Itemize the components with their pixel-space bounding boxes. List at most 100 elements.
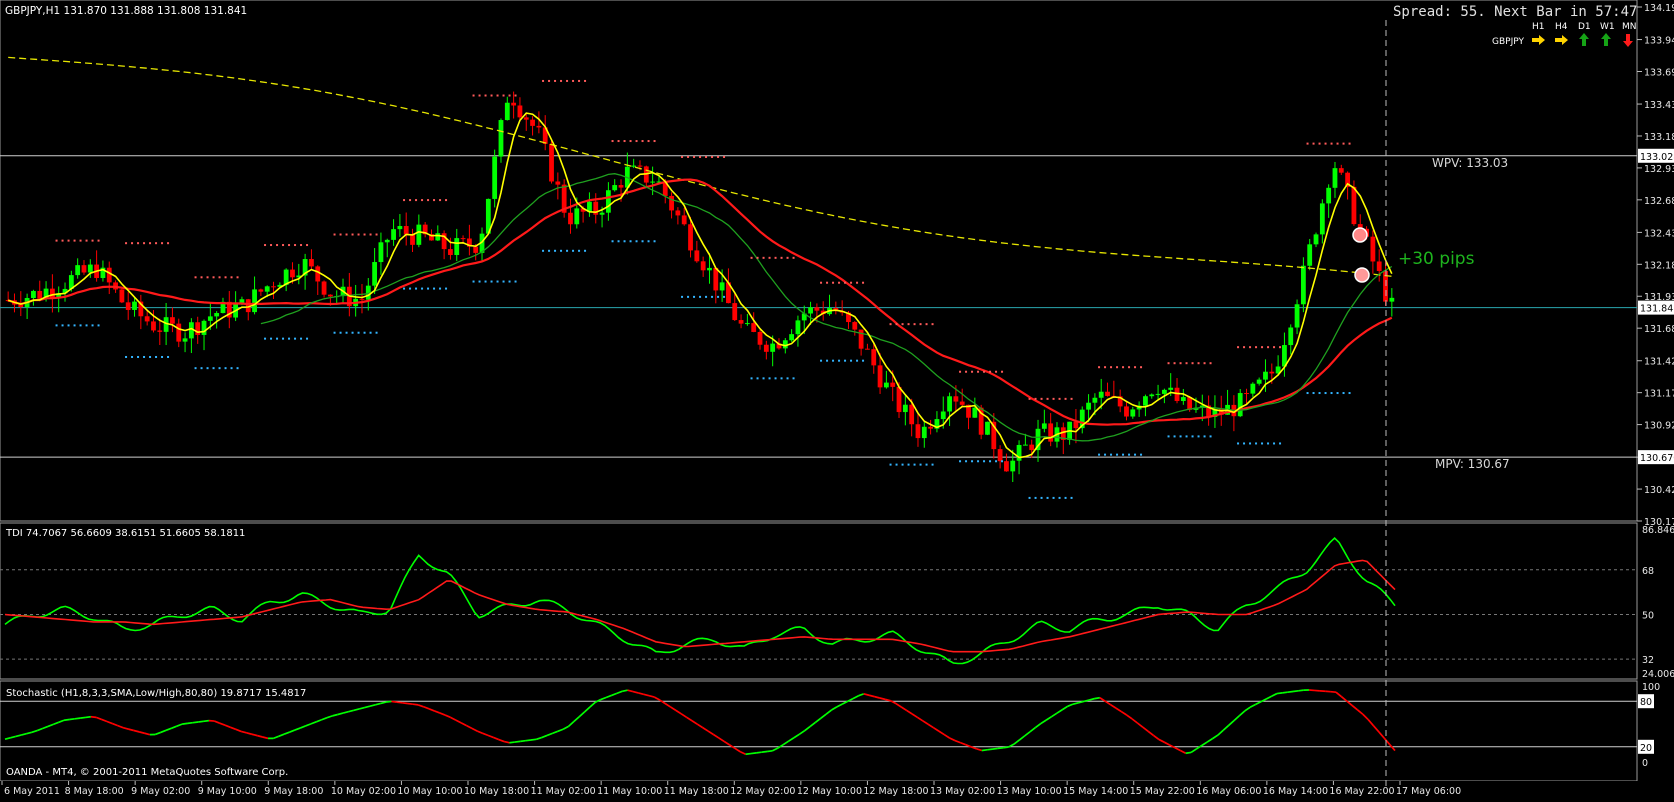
candle-body: [1162, 390, 1167, 394]
candle-body: [473, 247, 478, 253]
candle-body: [379, 242, 384, 262]
candle-body: [1244, 393, 1249, 394]
signal-marker: [1355, 268, 1369, 282]
candle-body: [903, 405, 908, 412]
fractal-dot-blue: [965, 460, 967, 462]
candle-body: [1326, 188, 1331, 204]
stoch-segment: [408, 704, 413, 705]
mt4-chart-window: 134.195133.940133.690133.435133.185132.9…: [0, 0, 1674, 798]
fractal-dot-blue: [358, 332, 360, 334]
stoch-segment: [531, 739, 536, 740]
fractal-dot-red: [1065, 398, 1067, 400]
fractal-dot-blue: [201, 367, 203, 369]
fractal-dot-blue: [618, 240, 620, 242]
fractal-dot-red: [560, 80, 562, 82]
fractal-dot-red: [370, 234, 372, 236]
fractal-dot-red: [1198, 362, 1200, 364]
time-tick-label: 13 May 10:00: [997, 786, 1062, 797]
tdi-tick-label: 86.8461: [1642, 525, 1674, 536]
candle-body: [195, 322, 200, 335]
chart-canvas[interactable]: 134.195133.940133.690133.435133.185132.9…: [0, 0, 1674, 798]
fractal-dot-red: [832, 282, 834, 284]
candle-body: [897, 387, 902, 412]
fractal-dot-red: [618, 140, 620, 142]
fractal-dot-red: [427, 199, 429, 201]
stoch-segment: [982, 750, 987, 751]
stoch-segment: [1282, 692, 1287, 693]
main-panel-frame: [0, 0, 1637, 521]
candle-body: [707, 268, 712, 270]
fractal-dot-red: [699, 156, 701, 158]
fractal-dot-blue: [723, 296, 725, 298]
fractal-dot-blue: [908, 464, 910, 466]
candle-body: [75, 265, 80, 275]
stoch-segment: [504, 742, 509, 743]
time-tick-label: 12 May 18:00: [863, 786, 928, 797]
fractal-dot-blue: [294, 338, 296, 340]
fractal-dot-red: [231, 276, 233, 278]
fractal-dot-red: [433, 199, 435, 201]
fractal-dot-red: [1029, 398, 1031, 400]
fractal-dot-red: [201, 276, 203, 278]
fractal-dot-red: [92, 240, 94, 242]
candle-body: [1389, 298, 1394, 302]
fractal-dot-red: [681, 156, 683, 158]
fractal-dot-red: [1249, 346, 1251, 348]
fractal-dot-blue: [1261, 442, 1263, 444]
fractal-dot-blue: [1071, 497, 1073, 499]
fractal-dot-blue: [137, 356, 139, 358]
fractal-dot-blue: [687, 296, 689, 298]
candle-body: [1017, 445, 1022, 461]
fractal-dot-red: [131, 242, 133, 244]
fractal-dot-red: [1343, 143, 1345, 145]
candle-body: [492, 157, 497, 199]
candle-body: [1370, 237, 1375, 262]
time-tick-label: 17 May 06:00: [1396, 786, 1461, 797]
candle-body: [328, 295, 333, 297]
fractal-dot-blue: [820, 360, 822, 362]
fractal-dot-red: [1047, 398, 1049, 400]
fractal-dot-red: [409, 199, 411, 201]
fractal-dot-blue: [1307, 392, 1309, 394]
candle-body: [1168, 388, 1173, 390]
candle-body: [953, 396, 958, 401]
fractal-dot-blue: [213, 367, 215, 369]
fractal-dot-red: [137, 242, 139, 244]
candle-body: [410, 234, 415, 244]
candle-body: [372, 262, 377, 286]
tf-label: H1: [1532, 22, 1545, 32]
candle-body: [1257, 380, 1262, 384]
candle-body: [416, 225, 421, 245]
fractal-dot-red: [908, 323, 910, 325]
candle-body: [922, 427, 927, 438]
fractal-dot-blue: [654, 240, 656, 242]
fractal-dot-blue: [433, 288, 435, 290]
fractal-dot-red: [971, 371, 973, 373]
fractal-dot-blue: [983, 460, 985, 462]
fractal-dot-red: [439, 199, 441, 201]
candle-body: [985, 422, 990, 435]
fractal-dot-blue: [231, 367, 233, 369]
fractal-dot-blue: [282, 338, 284, 340]
candle-body: [789, 334, 794, 340]
candle-body: [88, 265, 93, 273]
fractal-dot-red: [340, 234, 342, 236]
fractal-dot-red: [56, 240, 58, 242]
candle-body: [107, 268, 112, 283]
candle-body: [650, 182, 655, 183]
candle-body: [871, 349, 876, 365]
time-tick-label: 10 May 18:00: [464, 786, 529, 797]
fractal-dot-blue: [515, 281, 517, 283]
candle-body: [1238, 393, 1243, 416]
fractal-dot-blue: [161, 356, 163, 358]
candle-body: [941, 411, 946, 419]
fractal-dot-blue: [415, 288, 417, 290]
fractal-dot-blue: [763, 377, 765, 379]
candle-body: [549, 144, 554, 182]
fractal-dot-blue: [1343, 392, 1345, 394]
fractal-dot-red: [793, 257, 795, 259]
candle-body: [682, 215, 687, 224]
stoch-segment: [987, 749, 992, 750]
fractal-dot-red: [548, 80, 550, 82]
fractal-dot-blue: [793, 377, 795, 379]
